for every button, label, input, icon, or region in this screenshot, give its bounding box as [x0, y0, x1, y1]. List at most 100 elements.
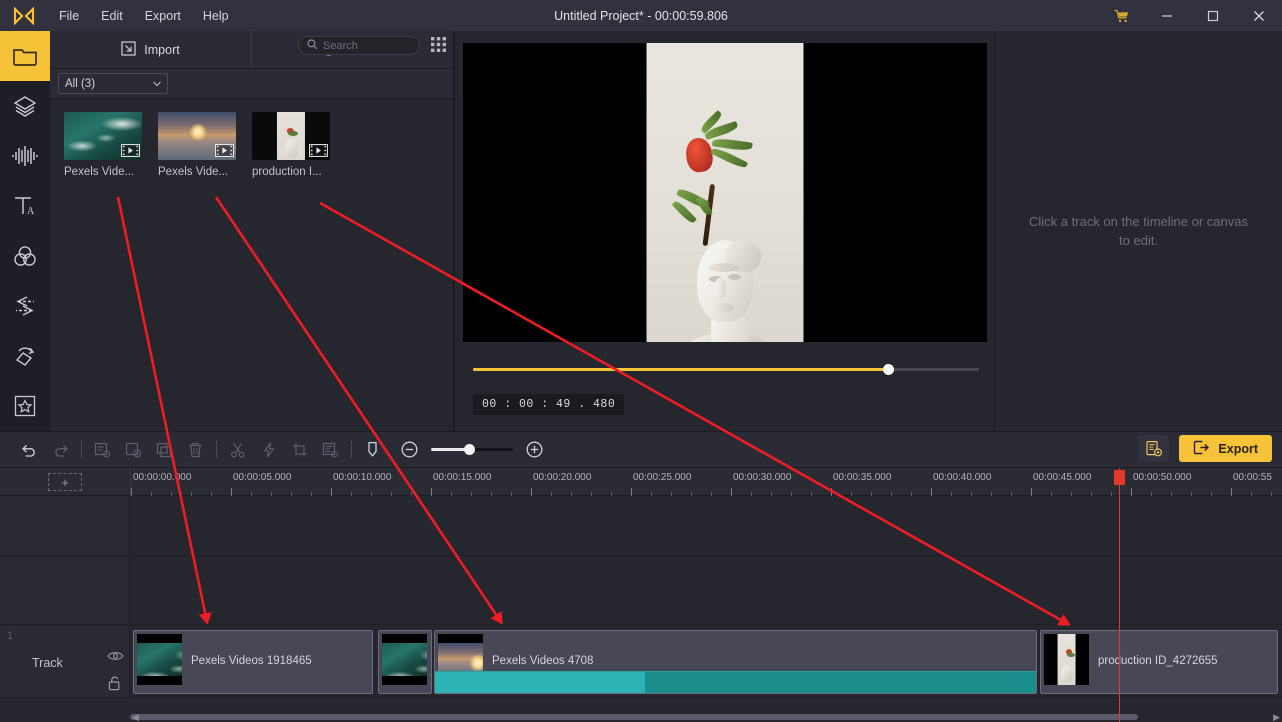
- track-label: Track: [32, 656, 63, 670]
- menu-file[interactable]: File: [48, 5, 90, 27]
- lane-body[interactable]: [130, 557, 1282, 624]
- crop-button[interactable]: [284, 434, 315, 465]
- playhead[interactable]: [1114, 468, 1125, 722]
- timeline-zoom-slider[interactable]: [431, 442, 513, 458]
- copy-button[interactable]: [149, 434, 180, 465]
- lane-body[interactable]: [130, 496, 1282, 555]
- export-button[interactable]: Export: [1179, 435, 1272, 462]
- color-circles-icon: [14, 246, 36, 266]
- clip-title: Pexels Videos 1918465: [191, 655, 312, 667]
- timeline-lane-video-1[interactable]: 1 Track Pexels Videos 1918465 Pexels Vid…: [0, 626, 1282, 698]
- playhead-grip[interactable]: [1114, 470, 1125, 485]
- timeline-clip[interactable]: Pexels Videos 1918465: [133, 630, 373, 694]
- sidebar-item-transitions[interactable]: [0, 281, 50, 331]
- scroll-left-icon[interactable]: ◀: [132, 712, 139, 722]
- sidebar-item-titles[interactable]: A: [0, 181, 50, 231]
- media-item-label: production I...: [252, 166, 322, 178]
- sidebar-item-favorites[interactable]: [0, 381, 50, 431]
- chevron-down-icon: [152, 79, 162, 92]
- sidebar-item-media[interactable]: [0, 31, 50, 81]
- sidebar-item-stickers[interactable]: [0, 81, 50, 131]
- split-button[interactable]: [222, 434, 253, 465]
- menu-edit[interactable]: Edit: [90, 5, 134, 27]
- maximize-icon[interactable]: [1190, 0, 1236, 31]
- trash-icon: [189, 442, 202, 457]
- timeline-clip[interactable]: [378, 630, 432, 694]
- search-input[interactable]: [323, 39, 413, 52]
- ruler-tick-label: 00:00:25.000: [633, 472, 692, 483]
- media-thumbnail[interactable]: [252, 112, 330, 160]
- crop-icon: [292, 442, 307, 457]
- unlock-icon[interactable]: [107, 675, 122, 696]
- zoom-handle[interactable]: [463, 443, 475, 455]
- timeline-hscrollbar[interactable]: ◀ ▶: [130, 712, 1280, 722]
- ruler-tick-major: [231, 488, 232, 496]
- seek-fill: [473, 368, 888, 371]
- hscroll-thumb[interactable]: [130, 714, 1139, 720]
- lane-body[interactable]: Pexels Videos 1918465 Pexels Videos 4708: [130, 626, 1282, 697]
- menu-help[interactable]: Help: [192, 5, 240, 27]
- media-item[interactable]: Pexels Vide...: [64, 112, 158, 178]
- seek-handle[interactable]: [882, 364, 894, 375]
- media-filter-select[interactable]: All (3): [58, 73, 168, 94]
- close-icon[interactable]: [1236, 0, 1282, 31]
- media-search-box[interactable]: [298, 36, 420, 55]
- seek-bar[interactable]: [473, 362, 979, 378]
- svg-text:A: A: [27, 206, 35, 217]
- render-settings-button[interactable]: [1138, 435, 1170, 462]
- add-track-button[interactable]: [118, 434, 149, 465]
- redo-button[interactable]: [45, 434, 76, 465]
- undo-button[interactable]: [14, 434, 45, 465]
- ruler-tick-label: 00:00:55: [1233, 472, 1272, 483]
- ruler-ticks[interactable]: 00:00:00.000 00:00:05.000 00:00:10.000 00:0…: [130, 468, 1282, 496]
- menu-export[interactable]: Export: [134, 5, 192, 27]
- add-marker-button[interactable]: [87, 434, 118, 465]
- preview-canvas[interactable]: [463, 43, 987, 342]
- marker-button[interactable]: [357, 434, 388, 465]
- bookmark-icon: [368, 441, 377, 457]
- video-clip-icon: [215, 144, 234, 157]
- ruler-tick-major: [431, 488, 432, 496]
- media-item[interactable]: Pexels Vide...: [158, 112, 252, 178]
- zoom-in-button[interactable]: [519, 434, 550, 465]
- auto-enhance-button[interactable]: [315, 434, 346, 465]
- ruler-tick-label: 00:00:00.000: [133, 472, 192, 483]
- app-logo-icon: [0, 0, 48, 31]
- add-circle-icon: [125, 442, 142, 457]
- zoom-out-button[interactable]: [394, 434, 425, 465]
- timeline-lane-empty-1[interactable]: [0, 496, 1282, 556]
- media-thumbnail[interactable]: [158, 112, 236, 160]
- sidebar-item-elements[interactable]: [0, 331, 50, 381]
- sidebar-item-audio[interactable]: [0, 131, 50, 181]
- toolbar-divider: [81, 441, 82, 458]
- player-controls: 00 : 00 : 49 . 480: [455, 386, 1282, 431]
- inspector-panel: Click a track on the timeline or canvas …: [994, 31, 1282, 431]
- timeline-clip[interactable]: production ID_4272655: [1040, 630, 1278, 694]
- delete-button[interactable]: [180, 434, 211, 465]
- ruler-tick-major: [931, 488, 932, 496]
- ruler-tick-major: [731, 488, 732, 496]
- redo-icon: [55, 444, 68, 457]
- timeline-lane-empty-2[interactable]: [0, 557, 1282, 625]
- clip-thumbnail: [382, 634, 427, 685]
- grid-view-icon[interactable]: [430, 36, 447, 58]
- add-track-button-timeline[interactable]: +: [48, 473, 82, 491]
- sidebar-item-effects[interactable]: [0, 231, 50, 281]
- tab-import[interactable]: Import: [50, 31, 251, 68]
- eye-icon[interactable]: [107, 649, 124, 667]
- minimize-icon[interactable]: [1144, 0, 1190, 31]
- timeline-ruler[interactable]: + 00:00:00.000 00:00:05.000 00:00:10.000 00…: [0, 468, 1282, 496]
- adjust-icon: [322, 442, 338, 457]
- search-icon: [307, 37, 318, 55]
- timeline-clip[interactable]: Pexels Videos 4708: [434, 630, 1037, 694]
- scroll-right-icon[interactable]: ▶: [1273, 712, 1280, 722]
- media-filter-bar: All (3): [50, 36, 453, 99]
- copy-icon: [156, 442, 172, 457]
- ruler-tick-major: [1231, 488, 1232, 496]
- clip-thumbnail: [1044, 634, 1089, 685]
- speed-button[interactable]: [253, 434, 284, 465]
- shopping-cart-icon[interactable]: [1098, 0, 1144, 31]
- media-item[interactable]: production I...: [252, 112, 346, 178]
- media-thumbnail[interactable]: [64, 112, 142, 160]
- video-clip-icon: [309, 144, 328, 157]
